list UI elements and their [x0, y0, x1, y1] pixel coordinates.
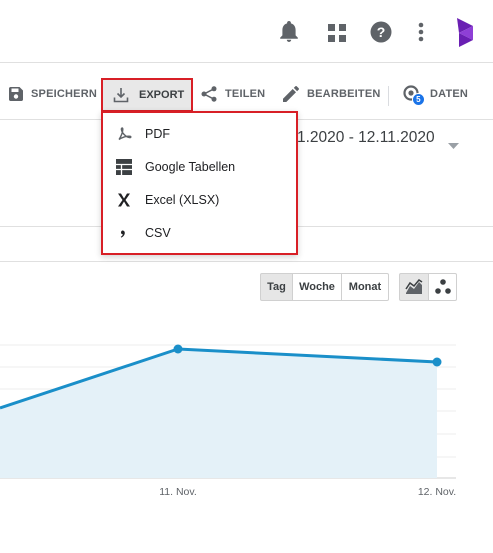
chart-data-point	[173, 344, 183, 354]
help-icon[interactable]: ?	[370, 21, 392, 48]
edit-button[interactable]: BEARBEITEN	[283, 78, 381, 110]
date-range-text: 1.2020 - 12.11.2020	[297, 129, 435, 146]
edit-label: BEARBEITEN	[307, 88, 381, 100]
export-menu: PDF Google Tabellen Excel (XLSX) CSV	[101, 111, 298, 255]
granularity-day-label: Tag	[267, 281, 286, 293]
share-label: TEILEN	[225, 88, 266, 100]
export-menu-label: Excel (XLSX)	[145, 193, 220, 207]
data-button[interactable]: 5 DATEN	[402, 78, 468, 110]
data-sources-icon: 5	[402, 84, 425, 106]
section-divider	[0, 261, 493, 262]
export-menu-item-google-sheets[interactable]: Google Tabellen	[115, 155, 235, 179]
export-label: EXPORT	[139, 89, 185, 101]
save-button[interactable]: SPEICHERN	[9, 78, 97, 110]
export-menu-label: Google Tabellen	[145, 160, 236, 174]
time-series-chart: 11. Nov. 12. Nov.	[0, 330, 493, 510]
sheets-icon	[115, 158, 133, 176]
granularity-month-button[interactable]: Monat	[341, 273, 389, 301]
chart-series-area	[0, 349, 437, 478]
chart-data-point	[432, 357, 442, 367]
save-label: SPEICHERN	[31, 88, 97, 100]
chart-x-tick-label: 11. Nov.	[159, 486, 197, 498]
granularity-week-button[interactable]: Woche	[292, 273, 342, 301]
brand-logo-icon[interactable]	[453, 16, 479, 53]
export-menu-label: PDF	[145, 127, 170, 141]
toolbar-divider	[388, 86, 389, 106]
save-icon	[9, 87, 23, 101]
export-menu-item-excel[interactable]: Excel (XLSX)	[115, 188, 219, 212]
export-menu-label: CSV	[145, 226, 171, 240]
chart-x-tick-label: 12. Nov.	[418, 486, 456, 498]
more-vert-icon[interactable]	[418, 22, 424, 47]
data-label: DATEN	[430, 88, 469, 100]
apps-grid-icon[interactable]	[328, 24, 346, 47]
scatter-chart-icon	[434, 279, 451, 294]
scatter-chart-toggle[interactable]	[428, 273, 457, 301]
svg-text:?: ?	[377, 24, 386, 40]
export-button[interactable]: EXPORT	[101, 78, 193, 112]
notifications-icon[interactable]	[279, 21, 299, 48]
share-button[interactable]: TEILEN	[201, 78, 265, 110]
csv-icon	[115, 224, 133, 242]
data-count-badge: 5	[412, 93, 425, 106]
chevron-down-icon	[448, 136, 459, 154]
area-chart-icon	[405, 279, 423, 294]
export-menu-item-pdf[interactable]: PDF	[115, 122, 170, 146]
export-menu-item-csv[interactable]: CSV	[115, 221, 171, 245]
pdf-icon	[115, 125, 133, 143]
share-icon	[201, 86, 217, 102]
granularity-day-button[interactable]: Tag	[260, 273, 293, 301]
date-range-selector[interactable]: 1.2020 - 12.11.2020	[297, 129, 459, 149]
granularity-month-label: Monat	[348, 281, 382, 293]
excel-icon	[115, 191, 133, 209]
top-app-bar: ?	[0, 0, 493, 63]
granularity-week-label: Woche	[299, 281, 335, 293]
area-chart-toggle[interactable]	[399, 273, 429, 301]
download-icon	[113, 88, 129, 103]
edit-pencil-icon	[283, 86, 299, 102]
